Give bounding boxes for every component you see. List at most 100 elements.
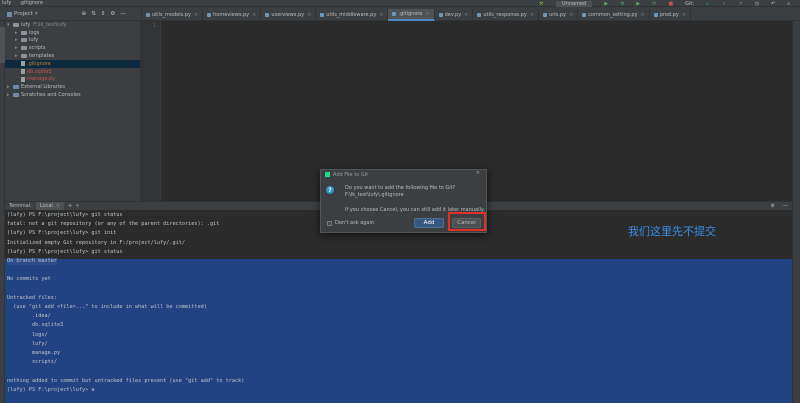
- chevron-down-icon[interactable]: ▾: [35, 11, 38, 17]
- coverage-icon[interactable]: ▶: [636, 1, 640, 7]
- git-update-icon[interactable]: ↙: [706, 1, 710, 7]
- file-type-icon: [392, 12, 397, 16]
- editor-tab-label: common_setting.py: [588, 12, 638, 18]
- close-icon[interactable]: ×: [464, 12, 468, 18]
- tree-item-label: templates: [29, 53, 55, 60]
- terminal-line: manage.py: [7, 350, 61, 356]
- collapse-all-icon[interactable]: ⇅: [91, 11, 96, 17]
- close-icon[interactable]: ×: [641, 12, 645, 18]
- project-view-dropdown[interactable]: Project: [14, 11, 33, 17]
- close-icon[interactable]: ×: [530, 12, 534, 18]
- git-push-icon[interactable]: ↗: [738, 1, 742, 7]
- tree-item-label: lufy: [21, 21, 31, 28]
- folder-icon: [21, 38, 27, 43]
- checkbox-label: Don't ask again: [335, 220, 375, 226]
- project-view-icon: [7, 11, 12, 17]
- editor-tab-label: homeviews.py: [213, 12, 250, 18]
- tree-item[interactable]: manage.py: [5, 76, 140, 84]
- title-bar: lufy .gitignore ⚒ Unnamed ▶ ✲ ▶ ⟳ ■ Git:…: [0, 0, 800, 7]
- close-icon[interactable]: ×: [476, 170, 480, 176]
- close-icon[interactable]: ×: [425, 11, 429, 17]
- annotation-text: 我们这里先不提交: [628, 225, 716, 238]
- close-icon[interactable]: ×: [252, 12, 256, 18]
- tree-item-label: External Libraries: [21, 84, 65, 91]
- run-icon[interactable]: ▶: [604, 1, 608, 7]
- cancel-button[interactable]: Cancel: [452, 218, 481, 228]
- stop-icon[interactable]: ■: [668, 1, 673, 7]
- build-icon[interactable]: ⚒: [539, 1, 544, 7]
- line-number-gutter: 1: [140, 21, 161, 201]
- tree-item[interactable]: ▸ lufy: [5, 37, 140, 45]
- tree-item[interactable]: ▸ Scratches and Consoles: [5, 91, 140, 99]
- terminal-title-label: Terminal:: [9, 203, 32, 209]
- terminal-line: (lufy) PS F:\project\lufy> a: [7, 386, 95, 393]
- minimize-icon[interactable]: —: [120, 11, 126, 17]
- close-icon[interactable]: ×: [569, 12, 573, 18]
- current-file-name: .gitignore: [19, 0, 44, 6]
- tree-item[interactable]: .gitignore: [5, 59, 140, 68]
- terminal-line: On branch master: [7, 258, 57, 265]
- editor-tab[interactable]: common_setting.py ×: [578, 9, 650, 21]
- dialog-file-path: F:\lk_test\lufy\.gitignore: [345, 192, 404, 198]
- close-icon[interactable]: ×: [56, 203, 60, 209]
- project-tree: ▾ lufy F:\lk_test\lufy ▸ logs ▸ lufy ▸ scripts ▸ t…: [5, 21, 140, 201]
- dont-ask-again-checkbox[interactable]: Don't ask again: [327, 220, 374, 226]
- file-type-icon: [320, 13, 325, 17]
- file-type-icon: [207, 13, 212, 17]
- editor-tab-label: prod.py: [659, 12, 679, 18]
- git-commit-icon[interactable]: ✓: [722, 1, 726, 7]
- gear-icon[interactable]: ⚙: [110, 11, 115, 17]
- terminal-line: Untracked files:: [7, 294, 57, 301]
- file-icon: [21, 61, 25, 67]
- close-icon[interactable]: ×: [682, 12, 686, 18]
- debug-icon[interactable]: ✲: [620, 1, 624, 7]
- tree-item[interactable]: ▸ scripts: [5, 44, 140, 52]
- chevron-down-icon[interactable]: ▾: [76, 203, 79, 209]
- dialog-title: Add File to Git: [333, 171, 369, 178]
- editor-tab[interactable]: userviews.py ×: [261, 9, 317, 21]
- file-icon: [21, 76, 25, 82]
- terminal-line: (lufy) PS F:\project\lufy> git status: [7, 248, 123, 255]
- tree-item[interactable]: ▸ templates: [5, 52, 140, 60]
- pycharm-logo-icon: [325, 172, 330, 177]
- checkbox-box[interactable]: [327, 220, 332, 226]
- editor-tab[interactable]: dev.py ×: [435, 9, 474, 21]
- profile-icon[interactable]: ⟳: [652, 1, 656, 7]
- add-button[interactable]: Add: [414, 218, 444, 228]
- editor-tab[interactable]: homeviews.py ×: [203, 9, 262, 21]
- close-icon[interactable]: ×: [194, 12, 198, 18]
- tree-item[interactable]: ▾ lufy F:\lk_test\lufy: [5, 21, 140, 29]
- editor-tab[interactable]: utils_models.py ×: [142, 9, 204, 21]
- run-config-dropdown[interactable]: Unnamed: [556, 0, 593, 7]
- project-panel-header: Project ▾ ⊕ ⇅ ⇕ ⚙ —: [0, 7, 142, 21]
- add-file-to-git-dialog: Add File to Git × ? Do you want to add t…: [320, 169, 487, 233]
- file-type-icon: [146, 13, 150, 17]
- terminal-minimize-icon[interactable]: —: [783, 203, 788, 209]
- history-icon[interactable]: ◷: [755, 1, 759, 7]
- close-icon[interactable]: ×: [379, 12, 383, 18]
- new-terminal-icon[interactable]: +: [68, 203, 72, 209]
- editor-tab[interactable]: prod.py ×: [650, 9, 692, 21]
- editor-tab-label: utils_models.py: [152, 12, 191, 18]
- tree-item[interactable]: ▸ External Libraries: [5, 83, 140, 91]
- editor-tab[interactable]: .gitignore ×: [388, 9, 435, 21]
- terminal-settings-icon[interactable]: ⚙: [771, 203, 775, 209]
- close-icon[interactable]: ×: [307, 12, 311, 18]
- editor-tab-label: userviews.py: [271, 12, 305, 18]
- dialog-question: Do you want to add the following file to…: [345, 185, 456, 191]
- tree-item-label: .gitignore: [27, 60, 51, 67]
- expand-icon[interactable]: ⇕: [101, 11, 106, 17]
- line-number: 1: [152, 23, 156, 29]
- rollback-icon[interactable]: ↶: [771, 1, 775, 7]
- file-type-icon: [653, 13, 658, 17]
- tree-item[interactable]: ▸ logs: [5, 29, 140, 37]
- terminal-line: lufy/: [7, 340, 48, 347]
- terminal-line: db.sqlite3: [7, 322, 64, 329]
- editor-tab[interactable]: utils_response.py ×: [473, 9, 540, 21]
- search-icon[interactable]: ⌕: [787, 1, 790, 7]
- editor-tab[interactable]: urls.py ×: [539, 9, 579, 21]
- locate-file-icon[interactable]: ⊕: [82, 11, 87, 17]
- file-type-icon: [477, 13, 482, 17]
- tree-item[interactable]: db.sqlite3: [5, 68, 140, 76]
- editor-tab[interactable]: utils_middleware.py ×: [316, 9, 389, 21]
